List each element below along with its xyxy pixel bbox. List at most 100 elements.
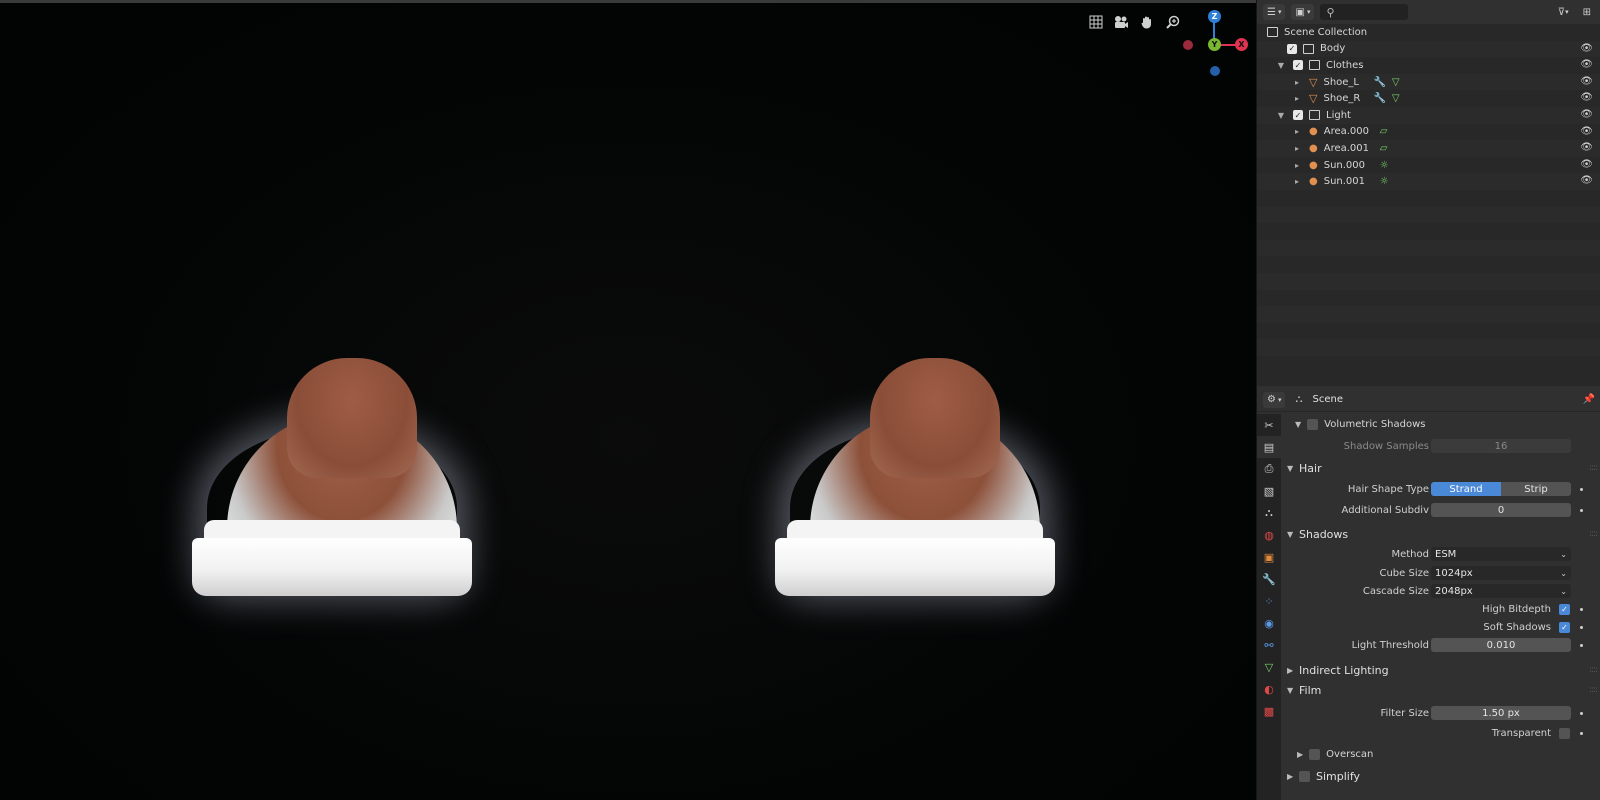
strip-option[interactable]: Strip xyxy=(1501,482,1571,496)
display-mode-dropdown[interactable]: ☰ ▾ xyxy=(1263,4,1286,20)
outliner-row-sun-001[interactable]: ▸ ● Sun.001 ☼ 👁 xyxy=(1257,173,1600,190)
gizmo-y-axis[interactable]: Y xyxy=(1208,38,1221,51)
collapsed-arrow-icon[interactable]: ▶ xyxy=(1297,750,1303,759)
method-select[interactable]: ESM ⌄ xyxy=(1431,547,1571,561)
indirect-lighting-panel-header[interactable]: ▶ Indirect Lighting :::: xyxy=(1283,660,1600,680)
shadow-samples-field[interactable]: 16 xyxy=(1431,439,1571,453)
drag-grip-icon[interactable]: :::: xyxy=(1589,463,1598,473)
outliner-row-area-000[interactable]: ▸ ● Area.000 ▱ 👁 xyxy=(1257,124,1600,141)
outliner-row-shoe-r[interactable]: ▸ ▽ Shoe_R 🔧 ▽ 👁 xyxy=(1257,90,1600,107)
3d-viewport[interactable]: Z Y X xyxy=(0,0,1256,800)
wrench-modifier-icon[interactable]: 🔧 xyxy=(1373,93,1385,104)
keyframe-dot-icon[interactable] xyxy=(1580,625,1583,629)
keyframe-dot-icon[interactable] xyxy=(1580,607,1583,611)
simplify-checkbox[interactable] xyxy=(1299,770,1310,782)
tab-material[interactable]: ◐ xyxy=(1257,678,1281,700)
filter-size-field[interactable]: 1.50 px xyxy=(1431,706,1571,720)
eye-icon[interactable]: 👁 xyxy=(1580,59,1593,70)
volumetric-shadows-subpanel[interactable]: ▼ Volumetric Shadows xyxy=(1283,414,1600,434)
eye-icon[interactable]: 👁 xyxy=(1580,159,1593,170)
outliner-search-input[interactable]: ⚲ xyxy=(1320,4,1409,20)
shadows-panel-header[interactable]: ▼ Shadows :::: xyxy=(1283,524,1600,544)
navigation-gizmo[interactable]: Z Y X xyxy=(1170,8,1250,78)
expand-arrow-icon[interactable]: ▸ xyxy=(1291,127,1303,136)
transparent-checkbox[interactable] xyxy=(1559,727,1570,739)
gizmo-z-axis[interactable]: Z xyxy=(1208,10,1221,23)
filter-button[interactable]: ⊽ ▾ xyxy=(1554,4,1573,20)
overscan-subpanel[interactable]: ▶ Overscan xyxy=(1283,742,1600,766)
grid-toggle-icon[interactable] xyxy=(1086,12,1106,32)
light-threshold-field[interactable]: 0.010 xyxy=(1431,638,1571,652)
mesh-data-icon[interactable]: ▽ xyxy=(1392,93,1400,104)
gizmo-x-axis[interactable]: X xyxy=(1235,38,1248,51)
drag-grip-icon[interactable]: :::: xyxy=(1589,665,1598,675)
eye-icon[interactable]: 👁 xyxy=(1580,126,1593,137)
outliner-row-shoe-l[interactable]: ▸ ▽ Shoe_L 🔧 ▽ 👁 xyxy=(1257,73,1600,91)
tab-render[interactable]: ▤ xyxy=(1257,436,1281,458)
outliner-row-light[interactable]: ▼ ✓ Light 👁 xyxy=(1257,106,1600,124)
expand-arrow-icon[interactable]: ▼ xyxy=(1275,111,1287,120)
keyframe-dot-icon[interactable] xyxy=(1580,487,1583,491)
gizmo-neg-z-axis[interactable] xyxy=(1210,66,1220,76)
filter-view-dropdown[interactable]: ▣ ▾ xyxy=(1291,4,1315,20)
eye-icon[interactable]: 👁 xyxy=(1580,43,1593,54)
pan-hand-icon[interactable] xyxy=(1137,12,1157,32)
keyframe-dot-icon[interactable] xyxy=(1580,711,1583,715)
cascade-size-select[interactable]: 2048px ⌄ xyxy=(1431,584,1571,598)
high-bitdepth-checkbox[interactable]: ✓ xyxy=(1559,603,1570,615)
outliner-row-clothes[interactable]: ▼ ✓ Clothes 👁 xyxy=(1257,57,1600,74)
additional-subdiv-field[interactable]: 0 xyxy=(1431,503,1571,517)
expand-arrow-icon[interactable]: ▸ xyxy=(1291,161,1303,170)
pin-icon[interactable]: 📌 xyxy=(1583,394,1595,405)
new-collection-button[interactable]: ⊞ xyxy=(1579,4,1595,20)
outliner-row-body[interactable]: ✓ Body 👁 xyxy=(1257,40,1600,58)
keyframe-dot-icon[interactable] xyxy=(1580,508,1583,512)
keyframe-dot-icon[interactable] xyxy=(1580,643,1583,647)
tab-data[interactable]: ▽ xyxy=(1257,656,1281,678)
drag-grip-icon[interactable]: :::: xyxy=(1589,685,1598,695)
film-panel-header[interactable]: ▼ Film :::: xyxy=(1283,680,1600,700)
simplify-panel-header[interactable]: ▶ Simplify xyxy=(1283,766,1600,786)
cube-size-select[interactable]: 1024px ⌄ xyxy=(1431,566,1571,580)
tab-object[interactable]: ▣ xyxy=(1257,546,1281,568)
soft-shadows-checkbox[interactable]: ✓ xyxy=(1559,621,1570,633)
outliner-row-sun-000[interactable]: ▸ ● Sun.000 ☼ 👁 xyxy=(1257,157,1600,174)
wrench-modifier-icon[interactable]: 🔧 xyxy=(1373,77,1385,88)
expand-arrow-icon[interactable]: ▼ xyxy=(1275,61,1287,70)
tab-scene[interactable]: ⛬ xyxy=(1257,502,1281,524)
eye-icon[interactable]: 👁 xyxy=(1580,76,1593,87)
outliner-row-scene-collection[interactable]: Scene Collection xyxy=(1257,24,1600,41)
checkbox-icon[interactable]: ✓ xyxy=(1293,60,1303,71)
keyframe-dot-icon[interactable] xyxy=(1580,731,1583,735)
volumetric-shadows-checkbox[interactable] xyxy=(1307,418,1319,430)
expand-arrow-icon[interactable]: ▼ xyxy=(1295,420,1301,429)
expand-arrow-icon[interactable]: ▸ xyxy=(1291,144,1303,153)
gizmo-neg-x-axis[interactable] xyxy=(1183,40,1193,50)
eye-icon[interactable]: 👁 xyxy=(1580,142,1593,153)
overscan-checkbox[interactable] xyxy=(1309,748,1321,760)
tab-view-layer[interactable]: ▧ xyxy=(1257,480,1281,502)
tab-tool[interactable]: ✂ xyxy=(1257,414,1281,436)
eye-icon[interactable]: 👁 xyxy=(1580,92,1593,103)
area-light-data-icon[interactable]: ▱ xyxy=(1380,126,1388,137)
mesh-data-icon[interactable]: ▽ xyxy=(1392,77,1400,88)
expand-arrow-icon[interactable]: ▸ xyxy=(1291,177,1303,186)
checkbox-icon[interactable]: ✓ xyxy=(1293,110,1303,121)
eye-icon[interactable]: 👁 xyxy=(1580,109,1593,120)
tab-modifiers[interactable]: 🔧 xyxy=(1257,568,1281,590)
tab-texture[interactable]: ▩ xyxy=(1257,700,1281,722)
tab-physics[interactable]: ◉ xyxy=(1257,612,1281,634)
expand-arrow-icon[interactable]: ▸ xyxy=(1291,94,1303,103)
tab-world[interactable]: ◍ xyxy=(1257,524,1281,546)
hair-panel-header[interactable]: ▼ Hair :::: xyxy=(1283,458,1600,478)
tab-particles[interactable]: ⁘ xyxy=(1257,590,1281,612)
tab-constraints[interactable]: ⚯ xyxy=(1257,634,1281,656)
strand-option[interactable]: Strand xyxy=(1431,482,1501,496)
editor-type-dropdown[interactable]: ⚙ ▾ xyxy=(1263,391,1286,408)
area-light-data-icon[interactable]: ▱ xyxy=(1380,143,1388,154)
sun-light-data-icon[interactable]: ☼ xyxy=(1380,160,1389,171)
eye-icon[interactable]: 👁 xyxy=(1580,175,1593,186)
expand-arrow-icon[interactable]: ▸ xyxy=(1291,78,1303,87)
drag-grip-icon[interactable]: :::: xyxy=(1589,529,1598,539)
outliner-row-area-001[interactable]: ▸ ● Area.001 ▱ 👁 xyxy=(1257,140,1600,157)
